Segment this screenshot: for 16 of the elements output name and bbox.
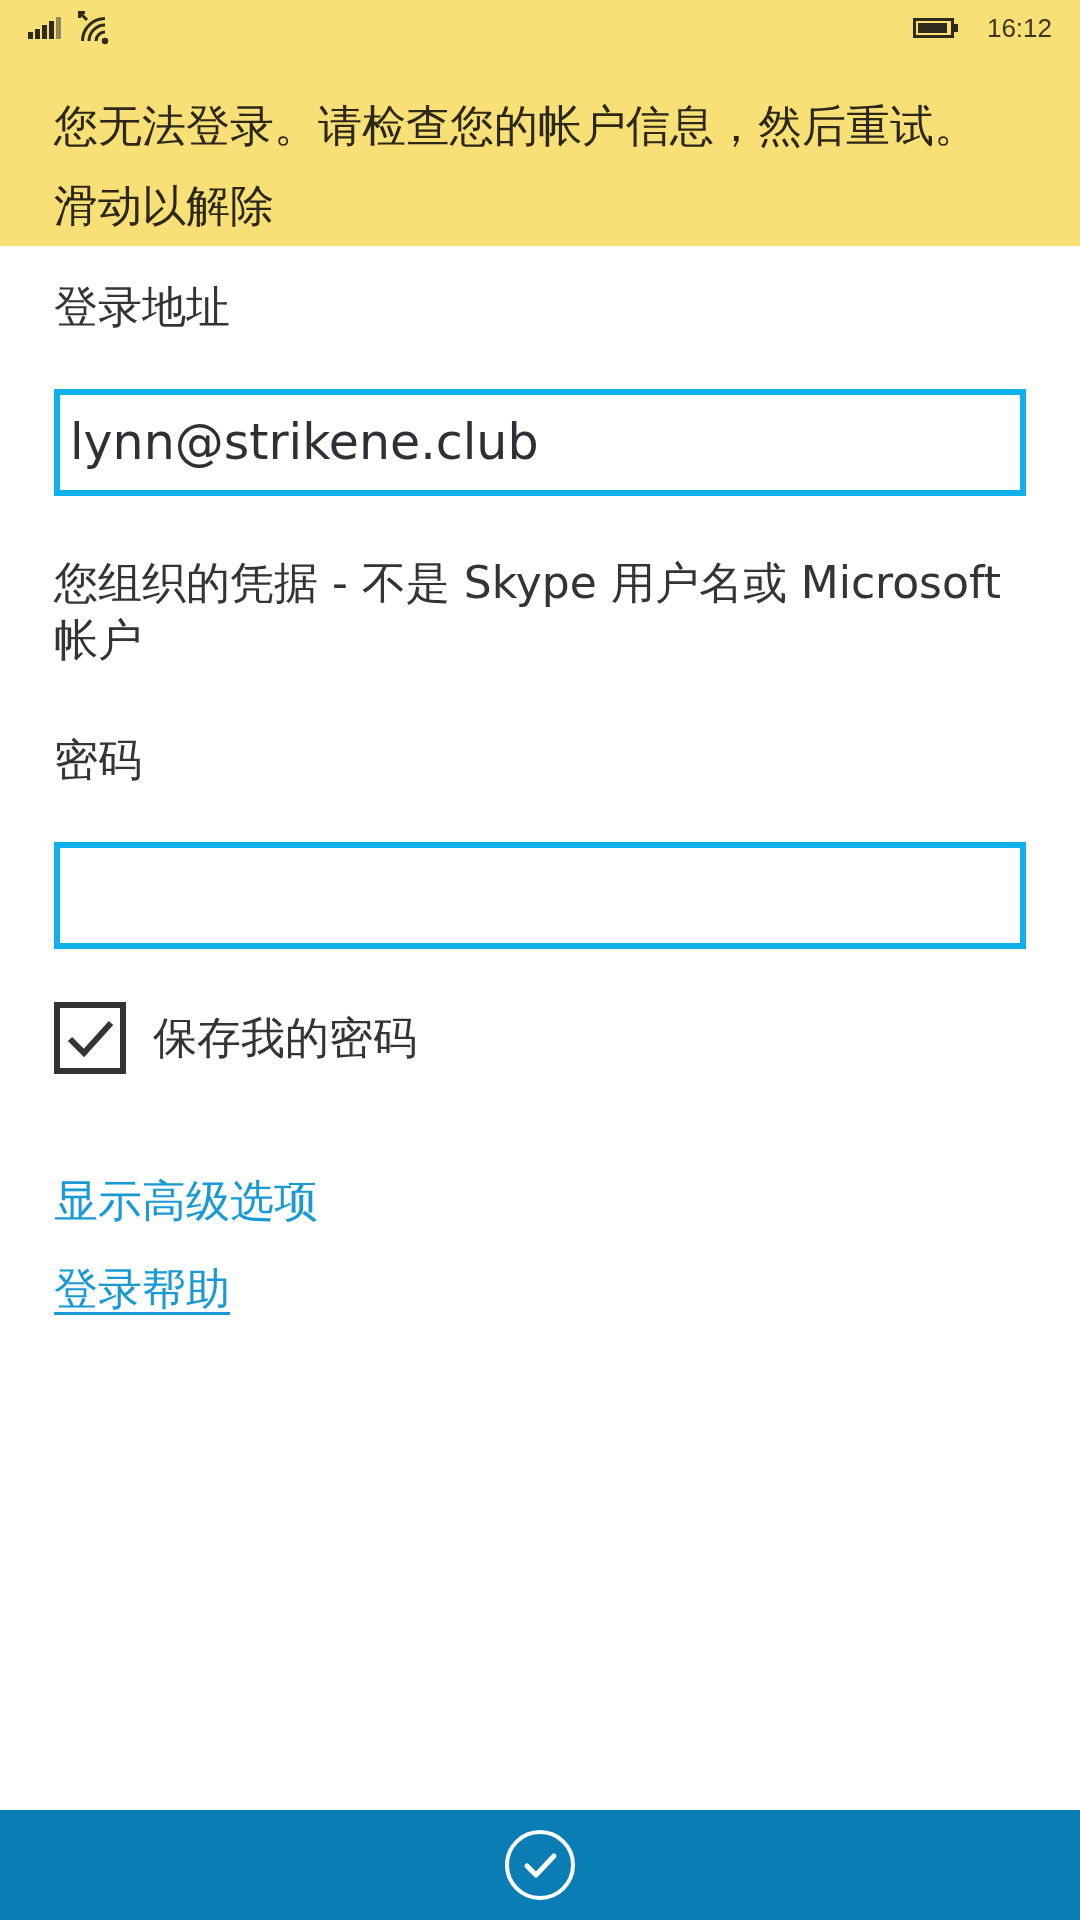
helper-text: 您组织的凭据 - 不是 Skype 用户名或 Microsoft 帐户: [54, 556, 1002, 667]
text-link[interactable]: 显示高级选项: [54, 1171, 318, 1231]
input-field[interactable]: lynn@strikene.club: [54, 389, 1026, 496]
signal-icon: [28, 17, 62, 39]
clock-time: 16:12: [986, 12, 1052, 44]
checkbox-label: 保存我的密码: [153, 1011, 417, 1065]
wifi-icon: [78, 11, 110, 45]
checkbox[interactable]: [54, 1002, 126, 1074]
dismiss-hint: 滑动以解除: [54, 179, 275, 233]
field-label: 登录地址: [54, 280, 230, 334]
error-message: 您无法登录。请检查您的帐户信息，然后重试。: [54, 99, 979, 153]
field-label: 密码: [54, 733, 142, 787]
text-link[interactable]: 登录帮助: [54, 1259, 230, 1319]
check-circle-icon: [504, 1829, 576, 1901]
input-field[interactable]: [54, 842, 1026, 949]
battery-icon: [912, 18, 959, 38]
